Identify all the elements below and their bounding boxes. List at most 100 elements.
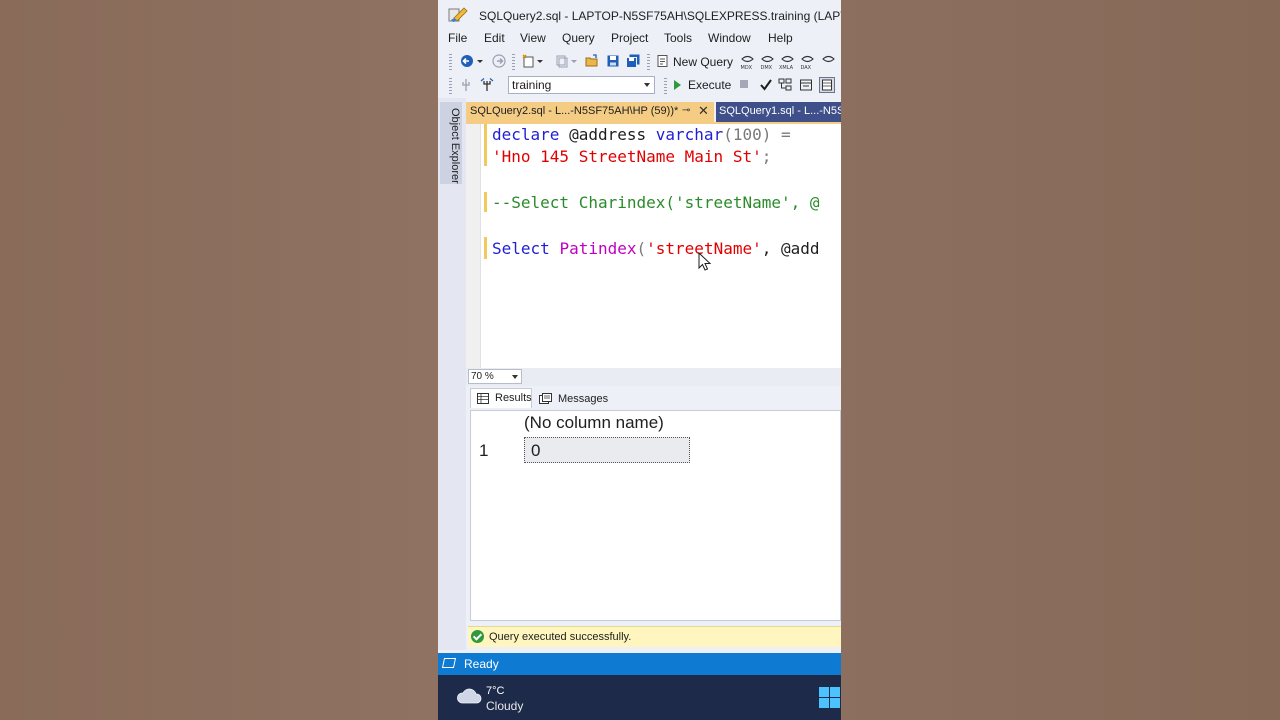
back-icon[interactable] [460, 54, 474, 68]
display-estimated-plan-icon[interactable] [778, 78, 792, 92]
results-to-grid-icon[interactable] [819, 77, 835, 93]
code-line-2: 'Hno 145 StreetName Main St'; [492, 147, 771, 166]
database-selector-value: training [512, 78, 552, 92]
editor-zoom-bar: 70 % [466, 368, 841, 386]
grid-icon [477, 393, 489, 404]
column-header[interactable]: (No column name) [524, 413, 664, 433]
connect-icon[interactable] [459, 78, 473, 92]
database-selector[interactable]: training [508, 76, 655, 94]
query-editor[interactable]: declare @address varchar(100) = 'Hno 145… [466, 124, 841, 368]
save-icon[interactable] [606, 54, 620, 68]
new-query-button[interactable]: New Query [673, 55, 733, 69]
menu-view[interactable]: View [520, 31, 546, 45]
status-text: Ready [464, 657, 499, 671]
stop-icon[interactable] [739, 79, 749, 89]
dmx-query-icon[interactable]: DMX [759, 53, 776, 70]
weather-condition[interactable]: Cloudy [486, 699, 523, 713]
code-text: , @add [761, 239, 820, 258]
left-dock: Object Explorer [438, 98, 466, 650]
toolbar-grip[interactable] [647, 54, 650, 70]
new-project-icon[interactable] [521, 54, 535, 68]
cloud-icon[interactable] [456, 687, 482, 705]
weather-temperature[interactable]: 7°C [486, 685, 504, 697]
success-check-icon [471, 630, 484, 643]
code-line-select: Select Patindex('streetName', @add [492, 239, 820, 258]
svg-text:XMLA: XMLA [779, 65, 794, 70]
windows-taskbar: 7°C Cloudy [438, 675, 841, 720]
dax-query-icon[interactable]: DAX [799, 53, 816, 70]
svg-text:MDX: MDX [741, 65, 753, 70]
pin-icon[interactable]: ⊸ [682, 105, 690, 116]
change-marker [484, 237, 487, 259]
mdx-query-icon[interactable]: MDX [739, 53, 756, 70]
variable-name: @address [559, 125, 656, 144]
function-patindex: Patindex [559, 239, 637, 258]
close-icon[interactable]: ✕ [698, 103, 709, 119]
zoom-selector[interactable]: 70 % [468, 369, 522, 384]
object-explorer-label: Object Explorer [449, 108, 461, 184]
analysis-query-icon[interactable] [820, 53, 837, 70]
toolbar-grip[interactable] [449, 78, 452, 94]
status-icon [441, 658, 457, 668]
code-text: (100) = [723, 125, 791, 144]
window-title: SQLQuery2.sql - LAPTOP-N5SF75AH\SQLEXPRE… [479, 9, 841, 23]
new-project-dropdown-icon[interactable] [536, 54, 544, 68]
change-connection-icon[interactable] [480, 78, 494, 92]
result-cell[interactable]: 0 [524, 437, 690, 463]
ssms-logo-icon [448, 7, 468, 22]
query-status-message: Query executed successfully. [489, 631, 632, 643]
query-status-bar: Query executed successfully. [468, 626, 841, 647]
menu-file[interactable]: File [448, 31, 467, 45]
svg-text:DMX: DMX [761, 65, 773, 70]
keyword-varchar: varchar [655, 125, 724, 144]
messages-icon [539, 393, 552, 404]
xmla-query-icon[interactable]: XMLA [779, 53, 796, 70]
results-panel: Results Messages (No column name) 1 0 [466, 386, 841, 626]
menu-project[interactable]: Project [611, 31, 648, 45]
tab-results[interactable]: Results [470, 388, 532, 408]
add-item-icon[interactable] [555, 54, 569, 68]
menu-window[interactable]: Window [708, 31, 751, 45]
new-query-icon[interactable] [656, 54, 670, 68]
open-file-icon[interactable] [585, 54, 599, 68]
query-options-icon[interactable] [799, 78, 813, 92]
status-bar: Ready [438, 653, 841, 675]
ssms-window: SQLQuery2.sql - LAPTOP-N5SF75AH\SQLEXPRE… [438, 0, 841, 720]
menu-edit[interactable]: Edit [484, 31, 505, 45]
semicolon: ; [761, 147, 772, 166]
code-line-comment: --Select Charindex('streetName', @ [492, 193, 820, 212]
row-number[interactable]: 1 [479, 441, 488, 461]
code-line-1: declare @address varchar(100) = [492, 125, 791, 144]
toolbar-grip[interactable] [664, 78, 667, 94]
chevron-down-icon [644, 83, 650, 87]
title-bar: SQLQuery2.sql - LAPTOP-N5SF75AH\SQLEXPRE… [438, 0, 841, 30]
play-icon [674, 80, 681, 90]
toolbar-grip[interactable] [512, 54, 515, 70]
tab-messages[interactable]: Messages [536, 388, 609, 408]
menu-help[interactable]: Help [768, 31, 793, 45]
menu-tools[interactable]: Tools [664, 31, 692, 45]
object-explorer-tab[interactable]: Object Explorer [440, 102, 462, 184]
svg-text:DAX: DAX [801, 65, 812, 70]
execute-button[interactable]: Execute [688, 78, 731, 92]
forward-icon[interactable] [492, 54, 506, 68]
tab-label: SQLQuery2.sql - L...-N5SF75AH\HP (59))* [470, 105, 679, 117]
sql-editor-toolbar: training Execute [438, 74, 841, 98]
tab-sqlquery1[interactable]: SQLQuery1.sql - L...-N5SF [716, 102, 841, 122]
add-item-dropdown-icon[interactable] [570, 54, 578, 68]
results-grid[interactable]: (No column name) 1 0 [470, 410, 841, 621]
menu-query[interactable]: Query [562, 31, 595, 45]
tab-sqlquery2[interactable]: SQLQuery2.sql - L...-N5SF75AH\HP (59))* … [466, 102, 714, 122]
back-dropdown-icon[interactable] [476, 54, 484, 68]
toolbar-grip[interactable] [449, 54, 452, 70]
parse-checkmark-icon[interactable] [759, 78, 773, 92]
save-all-icon[interactable] [626, 54, 640, 68]
change-marker [484, 124, 487, 166]
windows-start-icon[interactable] [819, 687, 841, 709]
result-value: 0 [531, 441, 541, 460]
keyword-declare: declare [492, 125, 560, 144]
tab-results-label: Results [495, 392, 532, 404]
tab-messages-label: Messages [558, 393, 609, 405]
keyword-select: Select [492, 239, 560, 258]
editor-gutter [466, 124, 481, 368]
